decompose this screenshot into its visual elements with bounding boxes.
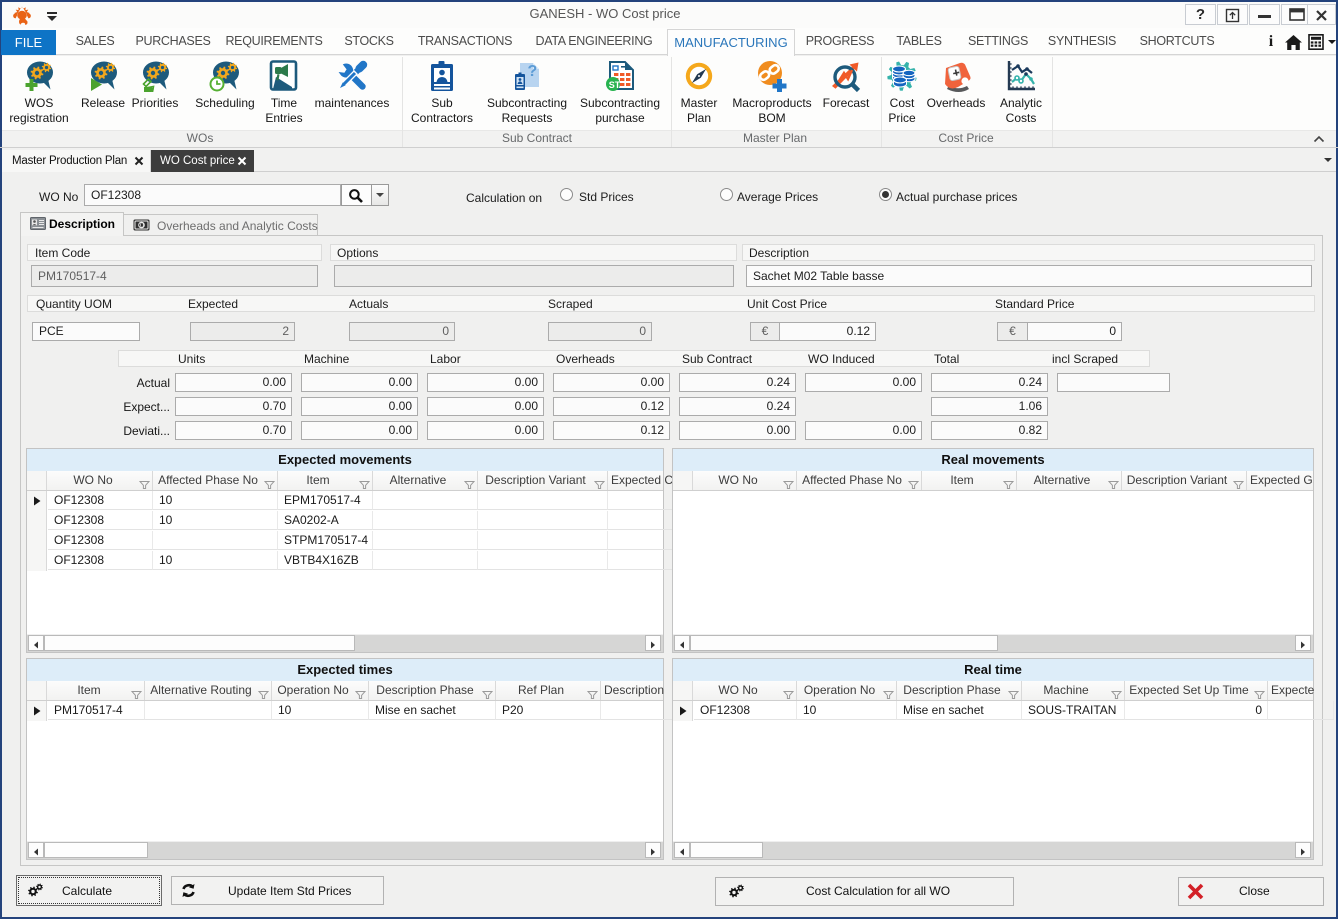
svg-text:?: ?	[528, 63, 538, 80]
svg-text:ST: ST	[609, 80, 621, 90]
svg-text:0: 0	[140, 223, 144, 230]
